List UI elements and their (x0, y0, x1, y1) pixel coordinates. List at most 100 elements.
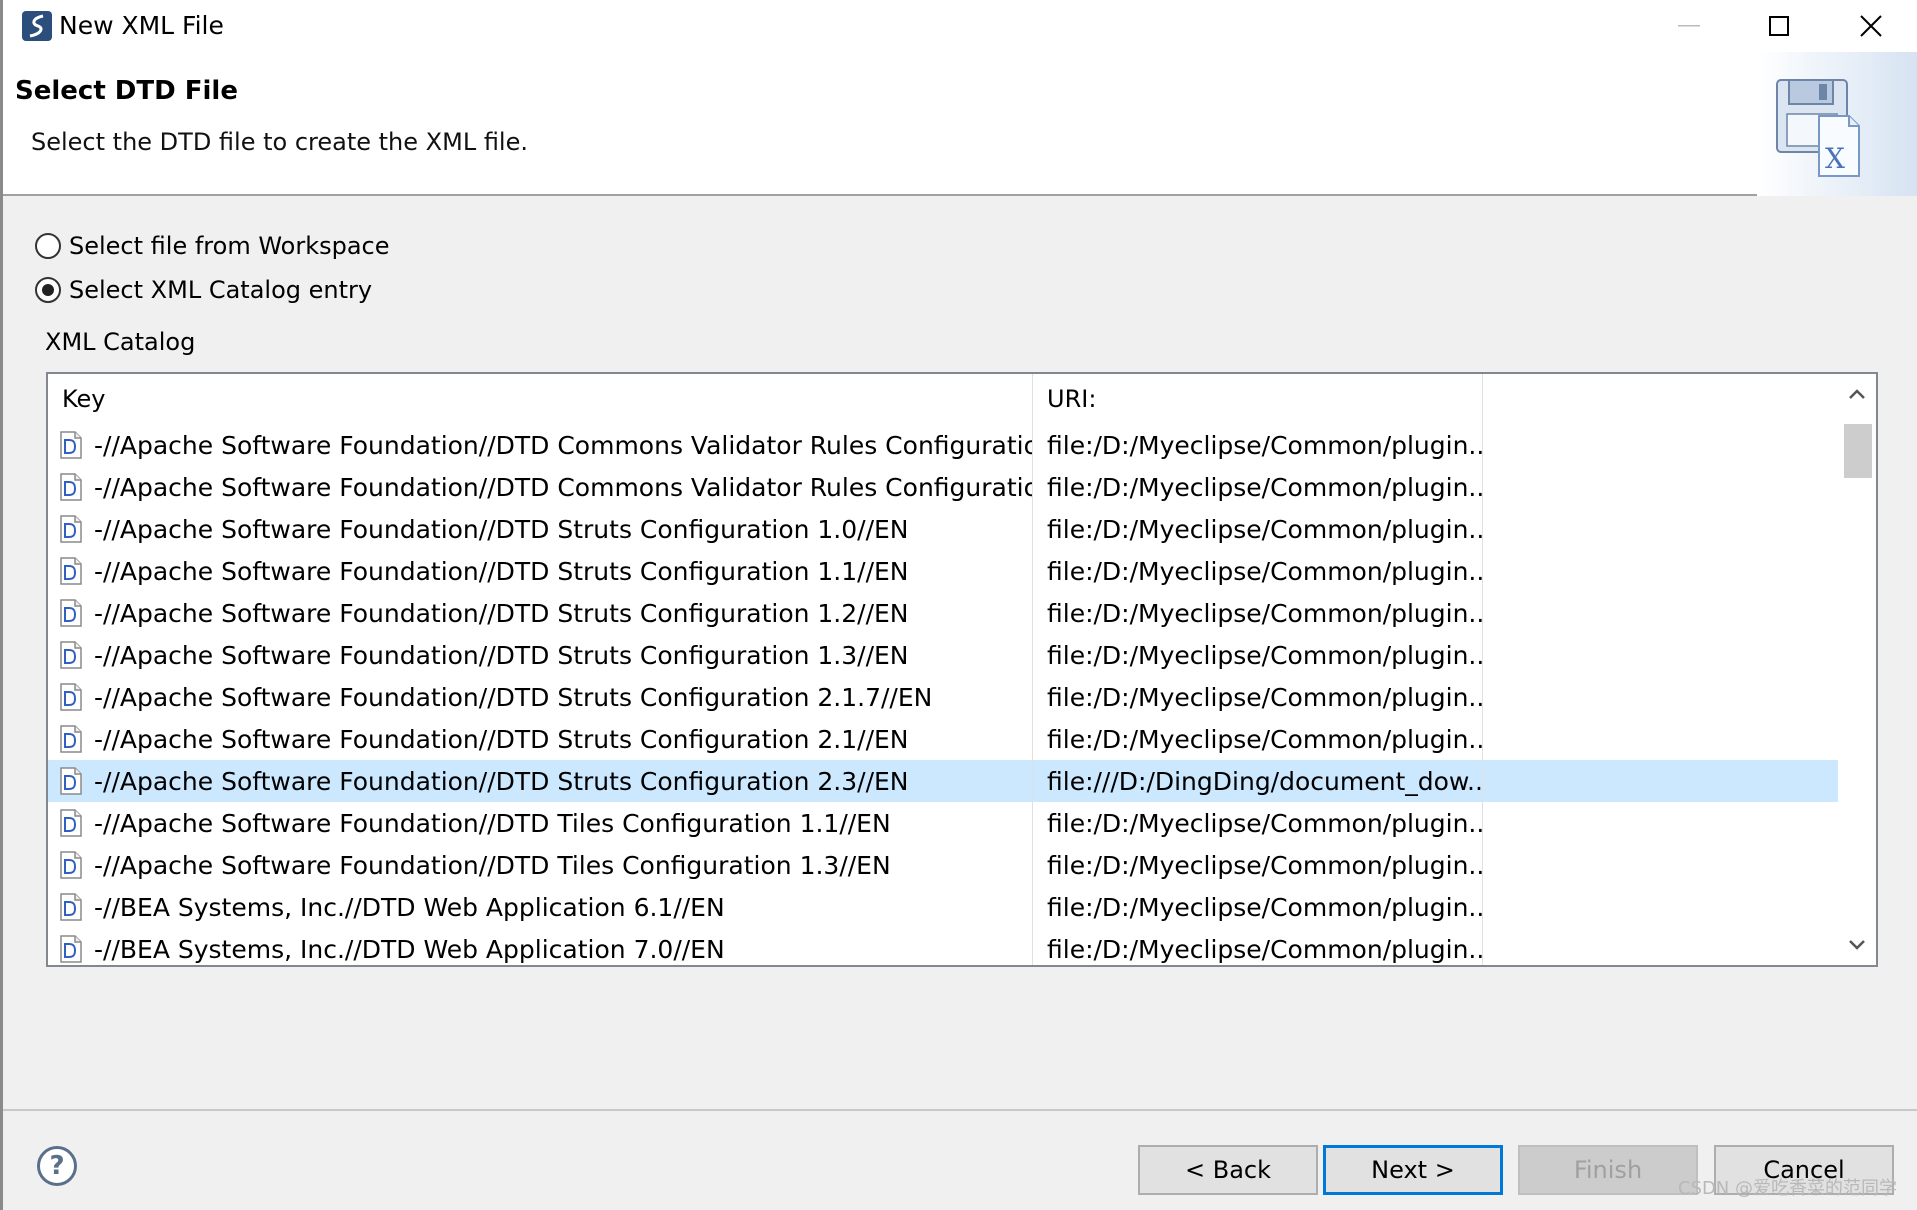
cell-uri: file:/D:/Myeclipse/Common/plugin... (1033, 592, 1483, 634)
table-row[interactable]: -//Apache Software Foundation//DTD Strut… (48, 634, 1841, 676)
cell-key-text: -//Apache Software Foundation//DTD Strut… (94, 514, 909, 544)
cell-uri: file:/D:/Myeclipse/Common/plugin... (1033, 718, 1483, 760)
table-row[interactable]: -//Apache Software Foundation//DTD Strut… (48, 592, 1841, 634)
close-button[interactable] (1825, 0, 1917, 52)
cell-key: -//Apache Software Foundation//DTD Strut… (48, 760, 1033, 802)
cell-uri: file:/D:/Myeclipse/Common/plugin... (1033, 550, 1483, 592)
maximize-icon (1769, 16, 1789, 36)
radio-button-checked[interactable] (35, 277, 61, 303)
table-row[interactable]: -//Apache Software Foundation//DTD Strut… (48, 676, 1841, 718)
radio-label: Select XML Catalog entry (69, 276, 373, 304)
cell-key-text: -//Apache Software Foundation//DTD Strut… (94, 556, 909, 586)
cell-key: -//Apache Software Foundation//DTD Strut… (48, 508, 1033, 550)
cell-uri: file:/D:/Myeclipse/Common/plugin... (1033, 928, 1483, 965)
cell-key-text: -//Apache Software Foundation//DTD Strut… (94, 598, 909, 628)
cell-key: -//Apache Software Foundation//DTD Strut… (48, 592, 1033, 634)
cell-key-text: -//Apache Software Foundation//DTD Tiles… (94, 850, 891, 880)
xml-file-wizard-icon: X (1757, 52, 1917, 196)
scroll-up-button[interactable] (1838, 376, 1876, 412)
dtd-file-icon (60, 935, 82, 963)
table-row[interactable]: -//Apache Software Foundation//DTD Strut… (48, 550, 1841, 592)
table-row[interactable]: -//Apache Software Foundation//DTD Strut… (48, 718, 1841, 760)
help-icon[interactable]: ? (37, 1146, 77, 1186)
back-button[interactable]: < Back (1138, 1145, 1318, 1195)
cell-key: -//Apache Software Foundation//DTD Commo… (48, 466, 1033, 508)
cell-key: -//Apache Software Foundation//DTD Tiles… (48, 844, 1033, 886)
scrollbar-thumb[interactable] (1844, 424, 1872, 478)
dtd-file-icon (60, 473, 82, 501)
window-title: New XML File (59, 11, 224, 40)
column-header-key[interactable]: Key (48, 374, 1033, 424)
cell-uri: file:/D:/Myeclipse/Common/plugin... (1033, 508, 1483, 550)
table-row[interactable]: -//Apache Software Foundation//DTD Commo… (48, 424, 1841, 466)
cell-uri: file:/D:/Myeclipse/Common/plugin... (1033, 424, 1483, 466)
radio-select-xml-catalog[interactable]: Select XML Catalog entry (35, 272, 372, 308)
cell-key-text: -//Apache Software Foundation//DTD Tiles… (94, 808, 891, 838)
cell-key-text: -//Apache Software Foundation//DTD Strut… (94, 766, 909, 796)
minimize-icon (1678, 25, 1700, 27)
cell-uri: file:/D:/Myeclipse/Common/plugin... (1033, 634, 1483, 676)
cell-uri: file:/D:/Myeclipse/Common/plugin... (1033, 466, 1483, 508)
cell-key: -//BEA Systems, Inc.//DTD Web Applicatio… (48, 886, 1033, 928)
watermark: CSDN @爱吃香菜的范同学 (1677, 1178, 1897, 1199)
dtd-file-icon (60, 431, 82, 459)
table-row[interactable]: -//Apache Software Foundation//DTD Strut… (48, 760, 1841, 802)
dtd-file-icon (60, 599, 82, 627)
radio-button[interactable] (35, 233, 61, 259)
cell-key: -//Apache Software Foundation//DTD Strut… (48, 634, 1033, 676)
chevron-up-icon (1849, 389, 1865, 399)
table-row[interactable]: -//BEA Systems, Inc.//DTD Web Applicatio… (48, 928, 1841, 965)
cell-key: -//Apache Software Foundation//DTD Commo… (48, 424, 1033, 466)
table-row[interactable]: -//Apache Software Foundation//DTD Strut… (48, 508, 1841, 550)
cell-key-text: -//BEA Systems, Inc.//DTD Web Applicatio… (94, 892, 725, 922)
dtd-file-icon (60, 809, 82, 837)
table-header: Key URI: (48, 374, 1876, 424)
cell-key-text: -//Apache Software Foundation//DTD Strut… (94, 682, 933, 712)
dtd-file-icon (60, 683, 82, 711)
cell-key-text: -//Apache Software Foundation//DTD Commo… (94, 472, 1033, 502)
cell-key-text: -//Apache Software Foundation//DTD Strut… (94, 724, 909, 754)
table-body: -//Apache Software Foundation//DTD Commo… (48, 424, 1841, 965)
title-bar: New XML File (3, 0, 1917, 52)
cell-uri: file:/D:/Myeclipse/Common/plugin... (1033, 844, 1483, 886)
chevron-down-icon (1849, 940, 1865, 950)
table-row[interactable]: -//BEA Systems, Inc.//DTD Web Applicatio… (48, 886, 1841, 928)
radio-label: Select file from Workspace (69, 232, 390, 260)
myeclipse-icon (22, 11, 52, 41)
wizard-header: Select DTD File Select the DTD file to c… (3, 52, 1917, 196)
column-header-uri[interactable]: URI: (1033, 374, 1483, 424)
page-description: Select the DTD file to create the XML fi… (31, 128, 528, 156)
cell-key: -//Apache Software Foundation//DTD Strut… (48, 676, 1033, 718)
table-row[interactable]: -//Apache Software Foundation//DTD Tiles… (48, 844, 1841, 886)
svg-text:X: X (1825, 142, 1845, 175)
dtd-file-icon (60, 893, 82, 921)
cell-key-text: -//BEA Systems, Inc.//DTD Web Applicatio… (94, 934, 725, 964)
dtd-file-icon (60, 641, 82, 669)
cell-uri: file:///D:/DingDing/document_dow... (1033, 760, 1483, 802)
dtd-file-icon (60, 515, 82, 543)
maximize-button[interactable] (1733, 0, 1825, 52)
footer-divider (3, 1109, 1917, 1111)
xml-catalog-table[interactable]: Key URI: -//Apache Software Foundation//… (46, 372, 1878, 967)
table-row[interactable]: -//Apache Software Foundation//DTD Commo… (48, 466, 1841, 508)
vertical-scrollbar[interactable] (1838, 374, 1876, 965)
close-icon (1860, 15, 1882, 37)
cell-uri: file:/D:/Myeclipse/Common/plugin... (1033, 886, 1483, 928)
cell-key: -//BEA Systems, Inc.//DTD Web Applicatio… (48, 928, 1033, 965)
dtd-file-icon (60, 557, 82, 585)
new-xml-file-dialog: New XML File Select DTD File Select the … (0, 0, 1917, 1210)
xml-catalog-label: XML Catalog (45, 328, 196, 356)
cell-uri: file:/D:/Myeclipse/Common/plugin... (1033, 676, 1483, 718)
table-row[interactable]: -//Apache Software Foundation//DTD Tiles… (48, 802, 1841, 844)
minimize-button[interactable] (1643, 0, 1735, 52)
finish-button[interactable]: Finish (1518, 1145, 1698, 1195)
cell-key: -//Apache Software Foundation//DTD Tiles… (48, 802, 1033, 844)
cell-key-text: -//Apache Software Foundation//DTD Commo… (94, 430, 1033, 460)
cell-uri: file:/D:/Myeclipse/Common/plugin... (1033, 802, 1483, 844)
dtd-file-icon (60, 851, 82, 879)
next-button[interactable]: Next > (1323, 1145, 1503, 1195)
scroll-down-button[interactable] (1838, 927, 1876, 963)
cell-key: -//Apache Software Foundation//DTD Strut… (48, 718, 1033, 760)
cell-key-text: -//Apache Software Foundation//DTD Strut… (94, 640, 909, 670)
radio-select-workspace[interactable]: Select file from Workspace (35, 228, 390, 264)
